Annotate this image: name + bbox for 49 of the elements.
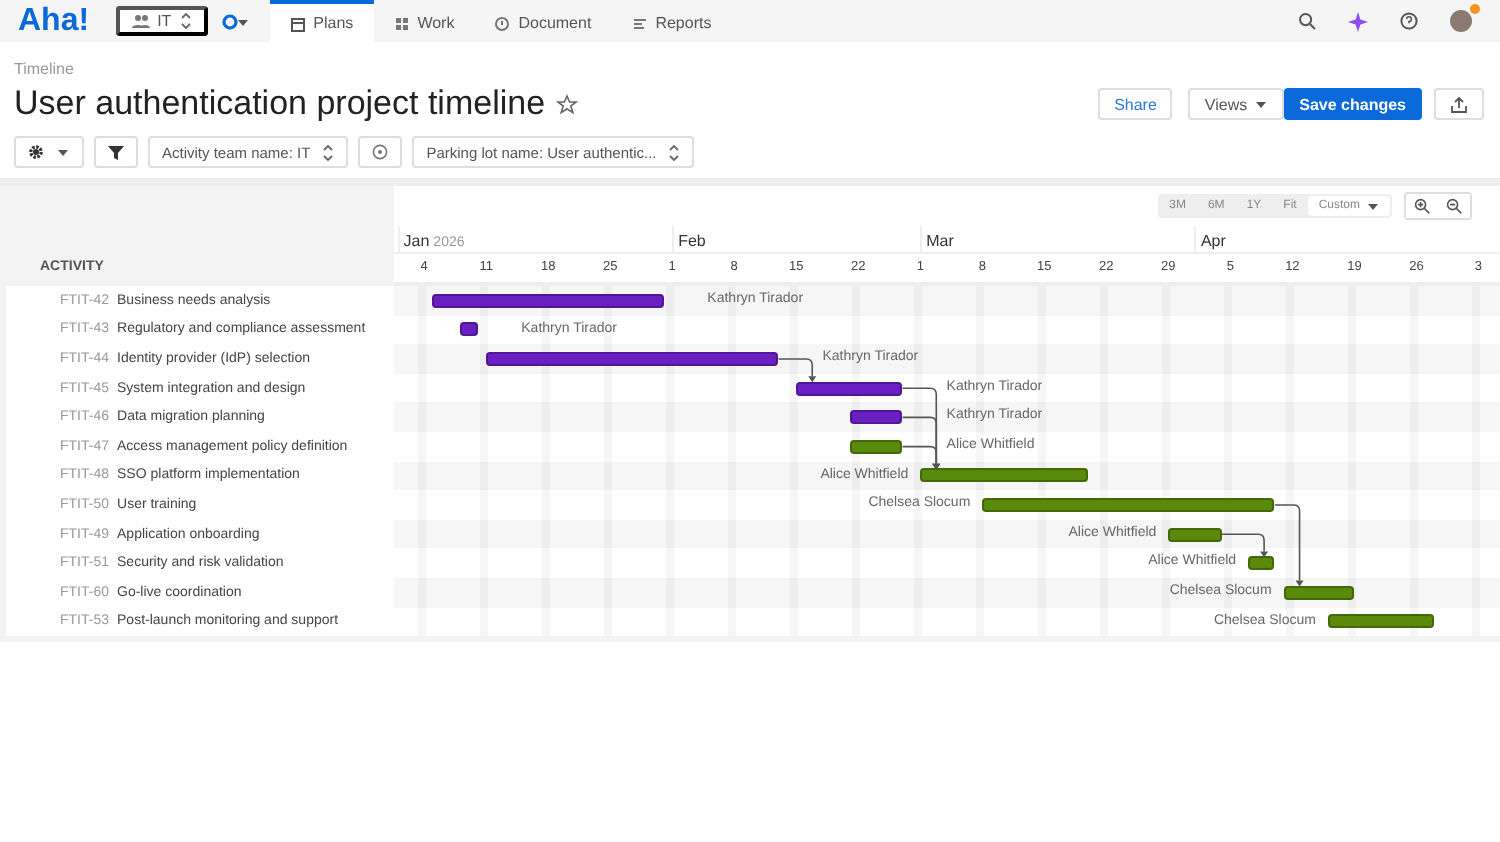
clear-filter-button[interactable] bbox=[358, 136, 403, 168]
updown-icon bbox=[322, 143, 335, 161]
zoom-out-icon bbox=[1446, 198, 1462, 214]
schedule-bar[interactable] bbox=[1248, 556, 1275, 571]
grid-icon bbox=[393, 15, 410, 31]
gear-icon bbox=[28, 144, 44, 160]
month-label: Feb bbox=[676, 232, 706, 250]
export-button[interactable] bbox=[1434, 88, 1484, 120]
search-icon[interactable] bbox=[1298, 12, 1316, 30]
updown-icon bbox=[668, 143, 681, 161]
page-title: User authentication project timeline bbox=[14, 84, 546, 124]
views-button[interactable]: Views bbox=[1188, 88, 1284, 120]
caret-icon bbox=[56, 146, 70, 158]
export-icon bbox=[1450, 95, 1468, 113]
nav-tab[interactable]: Plans bbox=[269, 0, 374, 42]
people-icon bbox=[131, 14, 150, 28]
caret-icon bbox=[1366, 200, 1380, 212]
caret-icon bbox=[1253, 98, 1268, 110]
workspace-menu-icon[interactable] bbox=[221, 13, 250, 29]
lines-icon bbox=[631, 15, 648, 31]
schedule-bar[interactable] bbox=[849, 410, 903, 425]
info-circle-icon bbox=[494, 15, 511, 31]
filter-icon bbox=[108, 144, 124, 160]
nav-tab[interactable]: Work bbox=[373, 0, 475, 42]
month-label: Apr bbox=[1198, 232, 1226, 250]
logo[interactable]: Aha! bbox=[18, 3, 90, 39]
sparkle-icon[interactable] bbox=[1348, 11, 1368, 31]
nav-tab[interactable]: Document bbox=[474, 0, 612, 42]
schedule-bar[interactable] bbox=[796, 381, 903, 396]
circle-x-icon bbox=[372, 144, 389, 160]
dependency-arrow bbox=[1273, 504, 1304, 587]
workspace-selector[interactable]: IT bbox=[115, 6, 208, 36]
zoom-in-icon bbox=[1414, 198, 1430, 214]
month-label: Mar bbox=[924, 232, 954, 250]
filter-button[interactable] bbox=[94, 136, 138, 168]
save-changes-button[interactable]: Save changes bbox=[1283, 88, 1422, 120]
nav-tab[interactable]: Reports bbox=[611, 0, 732, 42]
schedule-bar[interactable] bbox=[920, 468, 1089, 483]
schedule-bar[interactable] bbox=[1327, 614, 1435, 629]
breadcrumb[interactable]: Timeline bbox=[14, 60, 1500, 78]
star-icon[interactable] bbox=[555, 93, 578, 115]
schedule-bar[interactable] bbox=[849, 439, 903, 454]
schedule-bar[interactable] bbox=[459, 322, 478, 337]
help-icon[interactable] bbox=[1400, 12, 1418, 30]
updown-icon bbox=[179, 12, 192, 30]
settings-button[interactable] bbox=[14, 136, 84, 168]
share-button[interactable]: Share bbox=[1098, 88, 1173, 120]
dependency-arrow bbox=[777, 358, 817, 383]
calendar-icon bbox=[289, 15, 306, 31]
